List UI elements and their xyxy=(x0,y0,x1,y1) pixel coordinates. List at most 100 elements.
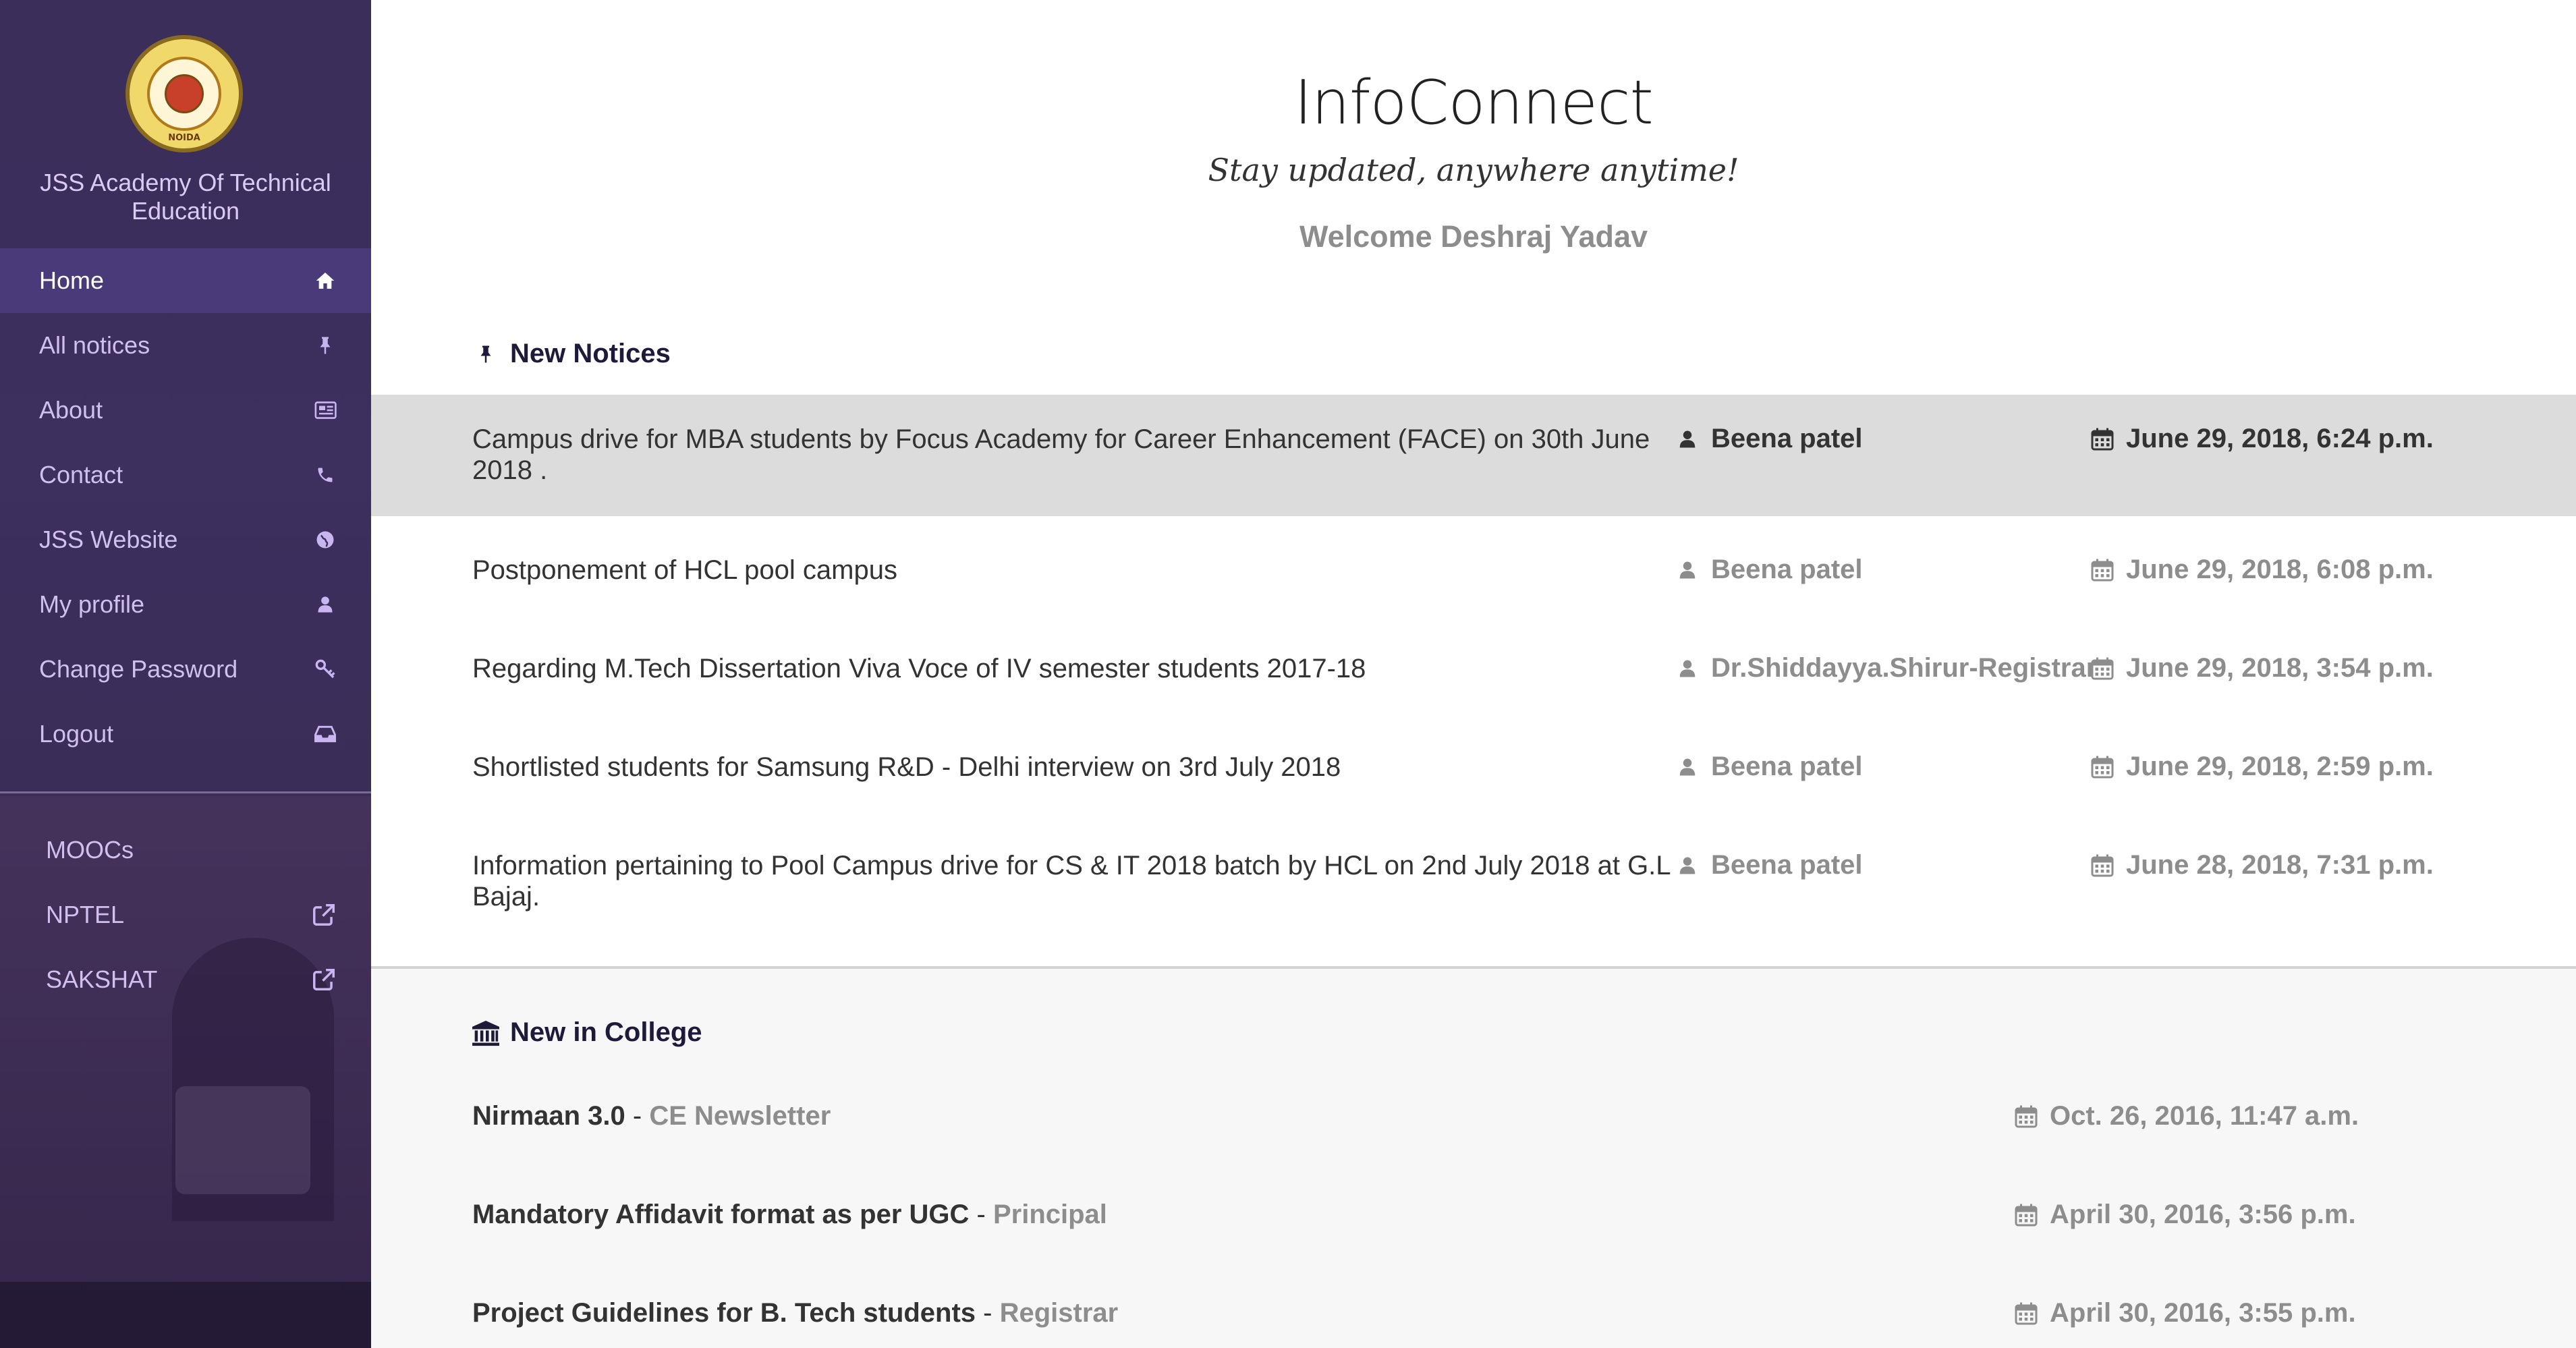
college-item[interactable]: Mandatory Affidavit format as per UGC - … xyxy=(371,1200,2576,1240)
sidebar-item-label: MOOCs xyxy=(46,836,134,864)
item-separator: - xyxy=(969,1200,993,1229)
welcome-message: Welcome Deshraj Yadav xyxy=(1299,219,1648,254)
notice-title[interactable]: Regarding M.Tech Dissertation Viva Voce … xyxy=(472,653,1680,684)
new-notices-heading: New Notices xyxy=(471,339,671,369)
author-name: Beena patel xyxy=(1711,752,1863,781)
college-item-text[interactable]: Mandatory Affidavit format as per UGC - … xyxy=(472,1200,1107,1230)
college-item-date: April 30, 2016, 3:56 p.m. xyxy=(2012,1200,2356,1230)
home-icon xyxy=(312,267,339,294)
notice-date: June 29, 2018, 6:24 p.m. xyxy=(2088,424,2434,454)
author-name: Dr.Shiddayya.Shirur-Registrar xyxy=(1711,653,2097,683)
sidebar-item-label: SAKSHAT xyxy=(46,965,158,993)
sidebar-item-jss-website[interactable]: JSS Website xyxy=(0,507,371,572)
inbox-icon xyxy=(312,721,339,748)
sidebar-item-label: My profile xyxy=(39,590,145,618)
calendar-icon xyxy=(2088,851,2117,880)
sidebar-item-label: JSS Website xyxy=(39,526,178,553)
date-text: June 29, 2018, 6:08 p.m. xyxy=(2126,555,2434,584)
calendar-icon xyxy=(2012,1102,2040,1131)
college-item-text[interactable]: Nirmaan 3.0 - CE Newsletter xyxy=(472,1101,831,1131)
sidebar-nav: Home All notices About Contact JSS Websi… xyxy=(0,248,371,766)
college-item-category: CE Newsletter xyxy=(649,1101,831,1131)
user-icon xyxy=(1673,425,1702,453)
calendar-icon xyxy=(2088,556,2117,584)
pushpin-icon xyxy=(312,332,339,359)
sidebar-item-label: Home xyxy=(39,266,105,294)
app-title: InfoConnect xyxy=(1294,67,1653,138)
date-text: Oct. 26, 2016, 11:47 a.m. xyxy=(2050,1101,2359,1131)
calendar-icon xyxy=(2088,425,2117,453)
notice-date: June 28, 2018, 7:31 p.m. xyxy=(2088,850,2434,880)
sidebar-item-about[interactable]: About xyxy=(0,378,371,443)
external-link-icon xyxy=(309,965,339,994)
section-title: New in College xyxy=(510,1017,702,1047)
notice-title[interactable]: Postponement of HCL pool campus xyxy=(472,555,1680,586)
sidebar-item-logout[interactable]: Logout xyxy=(0,702,371,766)
sidebar-item-label: Logout xyxy=(39,720,114,748)
sidebar: NOIDA JSS Academy Of Technical Education… xyxy=(0,0,371,1348)
notice-date: June 29, 2018, 6:08 p.m. xyxy=(2088,555,2434,585)
calendar-icon xyxy=(2088,654,2117,683)
institution-icon xyxy=(471,1018,501,1048)
author-name: Beena patel xyxy=(1711,424,1863,453)
college-item-title: Mandatory Affidavit format as per UGC xyxy=(472,1200,970,1229)
notice-date: June 29, 2018, 2:59 p.m. xyxy=(2088,752,2434,782)
date-text: June 29, 2018, 3:54 p.m. xyxy=(2126,653,2434,683)
sidebar-item-nptel[interactable]: NPTEL xyxy=(0,882,371,947)
sidebar-item-label: About xyxy=(39,396,103,424)
notice-author: Dr.Shiddayya.Shirur-Registrar xyxy=(1673,653,2096,683)
college-logo: NOIDA xyxy=(125,35,243,152)
user-icon xyxy=(312,591,339,618)
sidebar-item-label: NPTEL xyxy=(46,901,125,928)
new-in-college-section: New in College Nirmaan 3.0 - CE Newslett… xyxy=(371,966,2576,1348)
date-text: June 29, 2018, 2:59 p.m. xyxy=(2126,752,2434,781)
notice-author: Beena patel xyxy=(1673,752,1863,782)
sidebar-item-home[interactable]: Home xyxy=(0,248,371,313)
notice-row[interactable]: Campus drive for MBA students by Focus A… xyxy=(371,395,2576,516)
date-text: June 29, 2018, 6:24 p.m. xyxy=(2126,424,2434,453)
main-content: InfoConnect Stay updated, anywhere anyti… xyxy=(371,0,2576,1348)
sidebar-item-change-password[interactable]: Change Password xyxy=(0,637,371,702)
college-item-title: Project Guidelines for B. Tech students xyxy=(472,1298,976,1328)
sidebar-item-my-profile[interactable]: My profile xyxy=(0,572,371,637)
sidebar-item-contact[interactable]: Contact xyxy=(0,443,371,507)
notice-row[interactable]: Postponement of HCL pool campus Beena pa… xyxy=(371,546,2576,594)
globe-icon xyxy=(312,526,339,553)
college-item[interactable]: Nirmaan 3.0 - CE Newsletter Oct. 26, 201… xyxy=(371,1101,2576,1142)
section-title: New Notices xyxy=(510,339,671,368)
author-name: Beena patel xyxy=(1711,555,1863,584)
sidebar-item-label: Change Password xyxy=(39,655,238,683)
newspaper-icon xyxy=(312,397,339,424)
new-in-college-heading: New in College xyxy=(471,1017,702,1048)
notice-date: June 29, 2018, 3:54 p.m. xyxy=(2088,653,2434,683)
notice-title[interactable]: Information pertaining to Pool Campus dr… xyxy=(472,850,1680,912)
item-separator: - xyxy=(625,1101,650,1131)
college-item-category: Registrar xyxy=(999,1298,1119,1328)
college-item-date: April 30, 2016, 3:55 p.m. xyxy=(2012,1298,2356,1328)
notice-title[interactable]: Shortlisted students for Samsung R&D - D… xyxy=(472,752,1680,783)
college-item-date: Oct. 26, 2016, 11:47 a.m. xyxy=(2012,1101,2359,1131)
user-icon xyxy=(1673,654,1702,683)
notice-row[interactable]: Regarding M.Tech Dissertation Viva Voce … xyxy=(371,645,2576,692)
notice-author: Beena patel xyxy=(1673,424,1863,454)
sidebar-item-sakshat[interactable]: SAKSHAT xyxy=(0,947,371,1012)
notice-title[interactable]: Campus drive for MBA students by Focus A… xyxy=(472,424,1680,486)
calendar-icon xyxy=(2012,1201,2040,1229)
pushpin-icon xyxy=(471,339,501,369)
calendar-icon xyxy=(2088,753,2117,781)
notice-row[interactable]: Information pertaining to Pool Campus dr… xyxy=(371,842,2576,923)
sidebar-item-all-notices[interactable]: All notices xyxy=(0,313,371,378)
background-ground xyxy=(0,1282,371,1348)
app-tagline: Stay updated, anywhere anytime! xyxy=(1208,152,1739,188)
sidebar-item-moocs[interactable]: MOOCs xyxy=(0,818,371,882)
date-text: April 30, 2016, 3:55 p.m. xyxy=(2050,1298,2356,1328)
external-links: MOOCs NPTEL SAKSHAT xyxy=(0,818,371,1012)
item-separator: - xyxy=(976,1298,1000,1328)
college-item[interactable]: Project Guidelines for B. Tech students … xyxy=(371,1298,2576,1339)
college-item-text[interactable]: Project Guidelines for B. Tech students … xyxy=(472,1298,1118,1328)
calendar-icon xyxy=(2012,1299,2040,1328)
sidebar-item-label: Contact xyxy=(39,461,123,488)
author-name: Beena patel xyxy=(1711,850,1863,880)
notice-row[interactable]: Shortlisted students for Samsung R&D - D… xyxy=(371,743,2576,791)
logo-text: NOIDA xyxy=(168,133,200,143)
